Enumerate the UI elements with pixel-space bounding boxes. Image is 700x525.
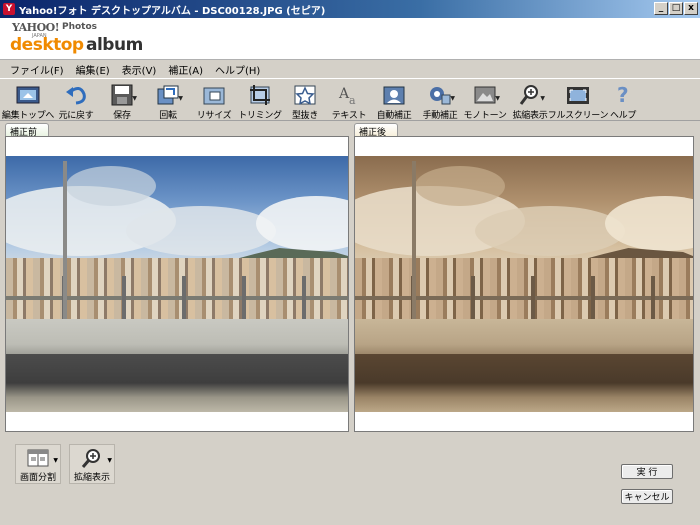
rotate-label: 回転 (159, 111, 177, 121)
menu-bar: ファイル(F) 編集(E) 表示(V) 補正(A) ヘルプ(H) (0, 61, 700, 78)
photos-logo: Photos (62, 22, 98, 32)
split-view-dropdown-icon[interactable]: ▼ (53, 457, 58, 464)
zoom-dropdown-icon[interactable]: ▼ (540, 95, 545, 102)
menu-file[interactable]: ファイル(F) (4, 62, 70, 77)
rotate-dropdown-icon[interactable]: ▼ (178, 95, 183, 102)
manual-correct-icon: ▼ (427, 83, 455, 107)
undo-label: 元に戻す (58, 111, 94, 121)
fullscreen-button[interactable]: フルスクリーン (548, 79, 609, 121)
resize-icon (201, 83, 227, 107)
save-label: 保存 (113, 111, 131, 121)
help-label: ヘルプ (609, 111, 637, 121)
maximize-button[interactable]: □ (669, 2, 683, 15)
manual-correct-dropdown-icon[interactable]: ▼ (450, 95, 455, 102)
window-title: Yahoo!フォト デスクトップアルバム - DSC00128.JPG (セピア… (19, 5, 326, 17)
after-photo (355, 156, 693, 412)
resize-button[interactable]: リサイズ (191, 79, 237, 121)
zoom-button[interactable]: ▼ 拡縮表示 (507, 79, 553, 121)
window-controls: _ □ x (654, 2, 698, 15)
edit-top-icon (15, 83, 41, 107)
auto-correct-label: 自動補正 (376, 111, 412, 121)
toolbar: 編集トップへ 元に戻す ▼ 保存 ▼ 回転 リサイズ トリミング 型抜き A a… (0, 78, 700, 121)
split-view-label: 画面分割 (19, 473, 56, 483)
monotone-button[interactable]: ▼ モノトーン (463, 79, 507, 121)
menu-view[interactable]: 表示(V) (116, 62, 163, 77)
manual-correct-button[interactable]: ▼ 手動補正 (417, 79, 463, 121)
monotone-dropdown-icon[interactable]: ▼ (495, 95, 500, 102)
trim-button[interactable]: トリミング (237, 79, 283, 121)
before-image-pane (5, 136, 349, 432)
bottom-toolbar: ▼ 画面分割 ▼ 拡縮表示 (15, 444, 115, 484)
text-icon: Aa (336, 83, 362, 107)
before-photo (6, 156, 348, 412)
monotone-icon: ▼ (472, 83, 500, 107)
cutout-button[interactable]: 型抜き (283, 79, 327, 121)
after-image-pane (354, 136, 694, 432)
edit-top-button[interactable]: 編集トップへ (1, 79, 55, 121)
zoom-label: 拡縮表示 (512, 111, 548, 121)
desktop-logo: desktop (10, 35, 84, 55)
app-icon: Y (3, 3, 15, 15)
help-icon: ? (610, 83, 636, 107)
brand-header: YAHOO! Photos JAPAN desktop album (0, 18, 700, 60)
save-button[interactable]: ▼ 保存 (99, 79, 145, 121)
save-dropdown-icon[interactable]: ▼ (132, 95, 137, 102)
auto-correct-button[interactable]: 自動補正 (371, 79, 417, 121)
rotate-icon: ▼ (155, 83, 183, 107)
svg-text:?: ? (617, 84, 629, 106)
text-label: テキスト (331, 111, 367, 121)
help-button[interactable]: ? ヘルプ (603, 79, 643, 121)
cutout-label: 型抜き (291, 111, 319, 121)
split-view-icon (27, 448, 49, 468)
bottom-zoom-button[interactable]: ▼ 拡縮表示 (69, 444, 115, 484)
monotone-label: モノトーン (463, 111, 507, 121)
split-view-button[interactable]: ▼ 画面分割 (15, 444, 61, 484)
bottom-zoom-dropdown-icon[interactable]: ▼ (107, 457, 112, 464)
undo-button[interactable]: 元に戻す (53, 79, 99, 121)
edit-top-label: 編集トップへ (1, 111, 55, 121)
minimize-button[interactable]: _ (654, 2, 668, 15)
menu-help[interactable]: ヘルプ(H) (209, 62, 266, 77)
manual-correct-label: 手動補正 (422, 111, 458, 121)
zoom-icon (81, 448, 103, 468)
trim-icon (247, 83, 273, 107)
album-logo: album (86, 35, 143, 55)
fullscreen-icon (565, 83, 591, 107)
menu-edit[interactable]: 編集(E) (70, 62, 116, 77)
run-button[interactable]: 実 行 (621, 464, 673, 479)
tab-after: 補正後 (354, 123, 398, 138)
undo-icon (63, 83, 89, 107)
save-icon: ▼ (109, 83, 137, 107)
cancel-button[interactable]: キャンセル (621, 489, 673, 504)
trim-label: トリミング (238, 111, 282, 121)
bottom-zoom-label: 拡縮表示 (73, 473, 110, 483)
zoom-icon: ▼ (517, 83, 545, 107)
title-bar: Y Yahoo!フォト デスクトップアルバム - DSC00128.JPG (セ… (0, 0, 700, 18)
close-button[interactable]: x (684, 2, 698, 15)
menu-adjust[interactable]: 補正(A) (162, 62, 209, 77)
svg-text:a: a (349, 94, 356, 106)
cutout-icon (292, 83, 318, 107)
tab-before: 補正前 (5, 123, 49, 138)
resize-label: リサイズ (196, 111, 232, 121)
fullscreen-label: フルスクリーン (547, 111, 609, 121)
rotate-button[interactable]: ▼ 回転 (145, 79, 191, 121)
auto-correct-icon (381, 83, 407, 107)
text-button[interactable]: Aa テキスト (327, 79, 371, 121)
